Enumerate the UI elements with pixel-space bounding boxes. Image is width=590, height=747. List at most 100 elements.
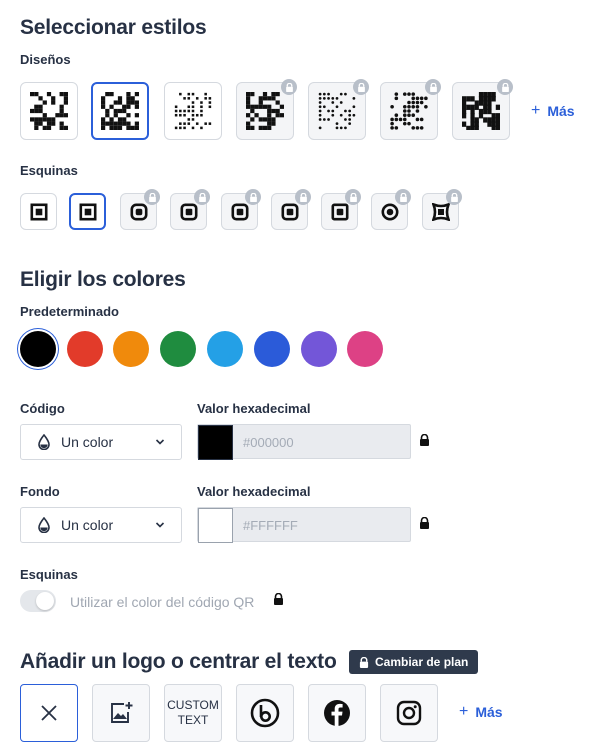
corners-label: Esquinas [20,163,78,178]
lock-icon [420,434,429,446]
chevron-down-icon [155,522,165,528]
code-color-swatch[interactable] [198,425,233,460]
logo-title: Añadir un logo o centrar el texto [20,650,337,673]
toggle-knob [36,592,54,610]
instagram-logo-button[interactable] [380,684,438,742]
lock-icon [245,189,261,205]
designs-label: Diseños [20,52,71,67]
logo-none-button[interactable] [20,684,78,742]
preset-label: Predeterminado [20,304,119,319]
corner-color-toggle[interactable] [20,590,56,612]
design-option-1[interactable] [20,82,78,140]
code-hex-label: Valor hexadecimal [197,401,311,416]
corner-option-4[interactable] [170,189,210,230]
corner-color-toggle-label: Utilizar el color del código QR [70,594,255,610]
bitly-icon [250,698,280,728]
corner-shape-icon [230,202,248,220]
custom-text-button[interactable]: CUSTOM TEXT [164,684,222,742]
logo-more-button[interactable]: + Más [459,703,503,721]
drop-icon [38,434,50,450]
qr-pattern-icon [101,92,139,130]
color-swatch-6[interactable] [254,331,290,367]
design-option-4[interactable] [236,79,297,140]
lock-icon [144,189,160,205]
bg-label: Fondo [20,484,60,499]
design-option-5[interactable] [308,79,369,140]
corner-option-8[interactable] [371,189,411,230]
color-swatch-3[interactable] [113,331,149,367]
corner-shape-icon [78,202,96,220]
bg-select-value: Un color [61,517,114,533]
bg-color-select[interactable]: Un color [20,507,182,543]
qr-pattern-icon [174,92,212,130]
bg-color-swatch[interactable] [198,508,233,543]
corner-option-2[interactable] [69,193,106,230]
corner-color-label: Esquinas [20,567,78,582]
color-swatch-2[interactable] [67,331,103,367]
designs-more-label: Más [547,103,575,119]
design-option-3[interactable] [164,82,222,140]
chevron-down-icon [155,439,165,445]
lock-icon [345,189,361,205]
styles-title: Seleccionar estilos [20,16,207,39]
corner-option-7[interactable] [321,189,361,230]
lock-icon [359,656,369,668]
corner-option-9[interactable] [422,189,462,230]
lock-icon [425,79,441,95]
color-swatch-8[interactable] [347,331,383,367]
instagram-icon [396,700,422,726]
code-label: Código [20,401,65,416]
bg-hex-placeholder: #FFFFFF [243,518,298,533]
custom-text-line2: TEXT [177,713,209,727]
logo-more-label: Más [475,704,503,720]
code-hex-placeholder: #000000 [243,435,294,450]
code-hex-field[interactable]: #000000 [197,424,411,460]
code-select-value: Un color [61,434,114,450]
corner-shape-icon [381,203,398,220]
upload-image-button[interactable] [92,684,150,742]
plus-icon: + [459,703,469,720]
add-image-icon [111,702,133,723]
design-option-7[interactable] [452,79,513,140]
lock-icon [194,189,210,205]
corner-option-1[interactable] [20,193,57,230]
corner-shape-icon [330,202,348,220]
code-color-select[interactable]: Un color [20,424,182,460]
designs-more-button[interactable]: + Más [531,102,575,120]
qr-pattern-icon [246,92,284,130]
bg-hex-field[interactable]: #FFFFFF [197,507,411,543]
plus-icon: + [531,102,541,119]
design-option-2[interactable] [91,82,149,140]
qr-pattern-icon [30,92,68,130]
lock-icon [497,79,513,95]
corner-shape-icon [179,202,197,220]
lock-icon [281,79,297,95]
color-swatch-7[interactable] [301,331,337,367]
bitly-logo-button[interactable] [236,684,294,742]
lock-icon [295,189,311,205]
qr-pattern-icon [390,92,428,130]
custom-text-line1: CUSTOM [167,698,219,712]
corner-shape-icon [431,202,450,221]
qr-pattern-icon [462,92,500,130]
drop-icon [38,517,50,533]
close-icon [41,705,57,721]
color-swatch-5[interactable] [207,331,243,367]
corner-option-3[interactable] [120,189,160,230]
corner-option-5[interactable] [221,189,261,230]
lock-icon [353,79,369,95]
lock-icon [274,593,283,605]
design-option-6[interactable] [380,79,441,140]
corner-shape-icon [280,202,298,220]
qr-pattern-icon [318,92,356,130]
lock-icon [446,189,462,205]
change-plan-button[interactable]: Cambiar de plan [349,650,479,674]
corner-shape-icon [129,202,147,220]
facebook-logo-button[interactable] [308,684,366,742]
colors-title: Eligir los colores [20,268,186,291]
corner-shape-icon [29,202,47,220]
color-swatch-1[interactable] [20,331,56,367]
facebook-icon [324,700,350,726]
corner-option-6[interactable] [271,189,311,230]
color-swatch-4[interactable] [160,331,196,367]
